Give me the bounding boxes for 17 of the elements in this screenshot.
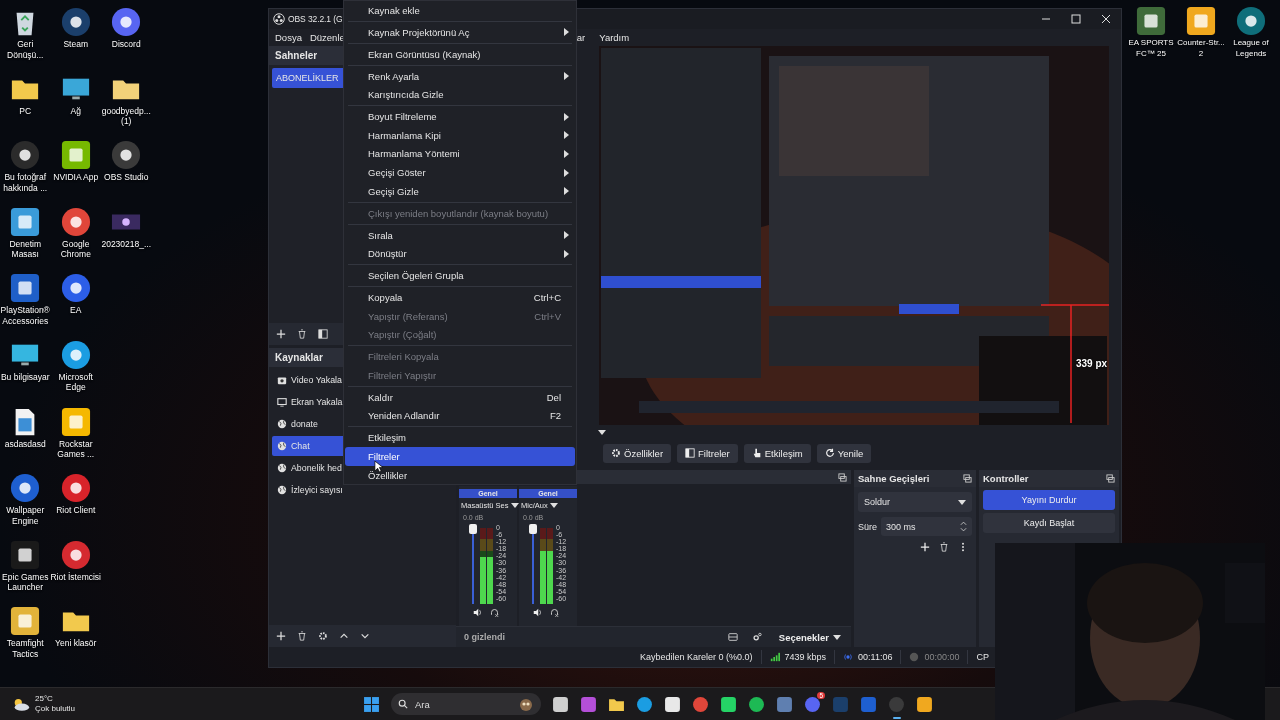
- weather-text: Çok bulutlu: [35, 704, 76, 714]
- status-text: 00:00:00: [924, 652, 960, 662]
- temperature: 25°C: [35, 694, 54, 704]
- status-text: Kaybedilen Kareler 0 (%0.0): [639, 652, 753, 662]
- shortcut-label: Ctrl+C: [533, 292, 561, 304]
- shortcut-label: F2: [549, 410, 561, 422]
- status-text: 00:11:06: [858, 652, 893, 662]
- panel-title: Kontroller: [983, 473, 1029, 484]
- panel-title: Sahne Geçişleri: [858, 473, 930, 484]
- field-label: Süre: [858, 521, 877, 532]
- measurement-label: 339 px: [1076, 358, 1108, 369]
- shortcut-label: Ctrl+V: [534, 310, 561, 322]
- status-text: 7439 kbps: [784, 652, 827, 662]
- window-title: OBS 32.2.1 (G: [288, 14, 343, 24]
- shortcut-label: Del: [546, 391, 561, 403]
- hidden-count: 0 gizlendi: [463, 632, 505, 642]
- status-text: CP: [976, 652, 989, 662]
